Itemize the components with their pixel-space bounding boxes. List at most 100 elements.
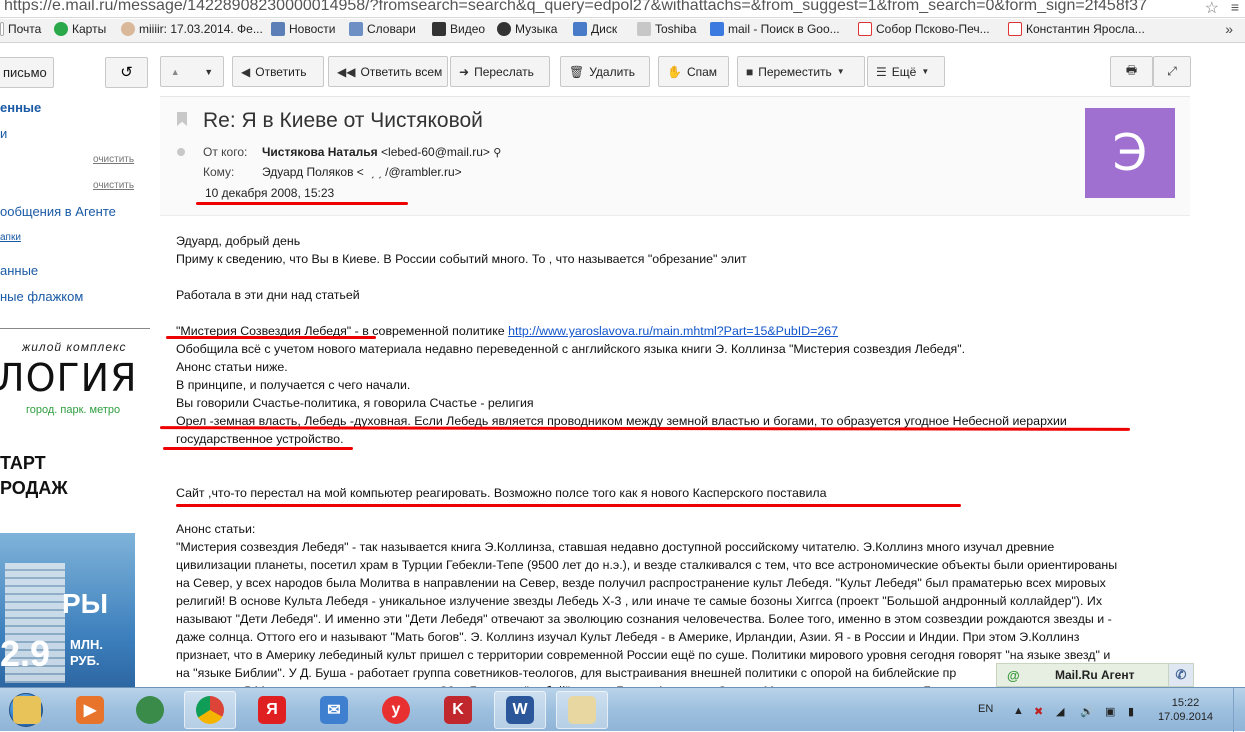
taskbar-kaspersky[interactable]: K	[432, 691, 484, 729]
to-value[interactable]: Эдуард Поляков < ˏ ˏ /@rambler.ru>	[262, 165, 462, 179]
address-bar[interactable]: https://e.mail.ru/message/14228908230000…	[0, 0, 1245, 18]
clock-date: 17.09.2014	[1158, 711, 1214, 723]
battery-tray-icon[interactable]: ▮	[1128, 705, 1134, 718]
bookmark-dictionaries[interactable]: Словари	[349, 22, 416, 36]
folder-item-flagged[interactable]: ные флажком	[0, 289, 83, 304]
spam-icon: ✋	[667, 64, 682, 79]
body-line: даже солнца. Оттого его и называют "Мать…	[176, 630, 1080, 644]
undo-button[interactable]: ↺	[105, 57, 148, 88]
reply-all-icon: ◀◀	[337, 64, 356, 79]
ad-title: ЛОГИЯ	[0, 356, 138, 400]
clean-link[interactable]: очистить	[93, 180, 134, 191]
yandex-browser-icon: у	[382, 696, 410, 724]
phone-icon[interactable]: ✆	[1168, 663, 1194, 687]
folder-item-agent[interactable]: ообщения в Агенте	[0, 204, 116, 219]
search-icon[interactable]: ⚲	[493, 147, 501, 159]
body-line: Анонс статьи ниже.	[176, 360, 288, 374]
media-player-icon: ▶	[76, 696, 104, 724]
sender-email[interactable]: <lebed-60@mail.ru>	[381, 145, 490, 159]
article-link[interactable]: http://www.yaroslavova.ru/main.mhtml?Par…	[508, 324, 838, 338]
reply-all-button[interactable]: ◀◀ Ответить всем	[328, 56, 448, 87]
body-line: государственное устройство.	[176, 432, 344, 446]
bookmark-label: Новости	[289, 22, 336, 36]
bookmark-google-search[interactable]: mail - Поиск в Goo...	[710, 22, 840, 36]
forward-button[interactable]: ➜ Переслать	[450, 56, 550, 87]
compose-button[interactable]: письмо	[0, 57, 54, 88]
avatar: Э	[1085, 108, 1175, 198]
delete-button[interactable]: 🗑 Удалить	[560, 56, 650, 87]
url-text[interactable]: https://e.mail.ru/message/14228908230000…	[4, 0, 1147, 15]
message-header: Re: Я в Киеве от Чистяковой От кого: Чис…	[160, 96, 1190, 216]
read-status-icon[interactable]	[177, 148, 185, 156]
bookmark-mail[interactable]: Почта	[0, 22, 41, 36]
move-button[interactable]: ■ Переместить ▼	[737, 56, 865, 87]
news-icon	[271, 22, 285, 36]
bookmark-star-icon[interactable]: ☆	[1205, 0, 1219, 17]
clock[interactable]: 15:22 17.09.2014	[1158, 696, 1213, 724]
bookmark-label: Почта	[8, 22, 42, 36]
browser-menu-icon[interactable]: ≡	[1231, 0, 1239, 15]
next-message-icon[interactable]: ▼	[204, 67, 213, 77]
folder-item[interactable]: и	[0, 126, 7, 141]
from-value[interactable]: Чистякова Наталья <lebed-60@mail.ru> ⚲	[262, 145, 501, 159]
device-tray-icon[interactable]: ▣	[1105, 705, 1115, 718]
bookmark-label: Константин Яросла...	[1026, 22, 1145, 36]
taskbar-yandex[interactable]: Я	[246, 691, 298, 729]
sender-name[interactable]: Чистякова Наталья	[262, 145, 378, 159]
prev-message-icon[interactable]: ▲	[171, 67, 180, 77]
taskbar: ▶ Я ✉ у K W EN ▲ ✖ ◢ 🔊 ▣ ▮ 15:22 17.09.2…	[0, 687, 1245, 732]
taskbar-paint[interactable]	[556, 691, 608, 729]
ad-text: жилой комплекс	[22, 340, 127, 354]
print-button[interactable]: 🖶	[1110, 56, 1153, 87]
ad-text: ТАРТ	[0, 453, 46, 473]
bookmark-video[interactable]: Видео	[432, 22, 485, 36]
expand-button[interactable]: ⤢	[1153, 56, 1191, 87]
bookmark-konstantin[interactable]: Константин Яросла...	[1008, 22, 1145, 36]
red-underline	[163, 447, 353, 450]
show-desktop-button[interactable]	[1233, 688, 1245, 732]
ad-divider	[0, 328, 150, 329]
message-subject: Re: Я в Киеве от Чистяковой	[203, 109, 483, 132]
volume-tray-icon[interactable]: 🔊	[1080, 705, 1094, 718]
move-label: Переместить	[758, 64, 832, 79]
folder-item[interactable]: енные	[0, 100, 41, 115]
taskbar-chrome[interactable]	[184, 691, 236, 729]
reply-button[interactable]: ◀ Ответить	[232, 56, 324, 87]
folder-icon	[13, 696, 41, 724]
bookmarks-bar: Почта Карты miiiir: 17.03.2014. Фе... Но…	[0, 19, 1245, 43]
flag-icon[interactable]	[177, 112, 187, 126]
taskbar-explorer[interactable]	[1, 691, 53, 729]
forward-label: Переслать	[474, 64, 534, 79]
antivirus-tray-icon[interactable]: ✖	[1034, 705, 1043, 718]
advertisement-banner[interactable]: жилой комплекс ЛОГИЯ город. парк. метро …	[0, 328, 150, 728]
taskbar-antivirus[interactable]	[124, 691, 176, 729]
red-underline	[196, 202, 408, 205]
bookmark-music[interactable]: Музыка	[497, 22, 557, 36]
taskbar-word[interactable]: W	[494, 691, 546, 729]
bookmark-disk[interactable]: Диск	[573, 22, 617, 36]
more-button[interactable]: ☰ Ещё ▼	[867, 56, 945, 87]
mailru-agent-bar[interactable]: @ Mail.Ru Агент ✆	[996, 663, 1194, 687]
undo-icon: ↺	[120, 64, 133, 81]
taskbar-media-player[interactable]: ▶	[64, 691, 116, 729]
clean-link[interactable]: очистить	[93, 154, 134, 165]
bookmark-toshiba[interactable]: Toshiba	[637, 22, 696, 36]
bookmark-maps[interactable]: Карты	[54, 22, 106, 36]
forward-icon: ➜	[459, 64, 470, 79]
bookmark-sobor[interactable]: Собор Псково-Печ...	[858, 22, 990, 36]
tray-expand-icon[interactable]: ▲	[1013, 705, 1024, 717]
bookmark-miiiir[interactable]: miiiir: 17.03.2014. Фе...	[121, 22, 263, 36]
language-indicator[interactable]: EN	[978, 703, 993, 715]
taskbar-yandex-browser[interactable]: у	[370, 691, 422, 729]
body-line: называют "Дети Лебедя". И именно эти "Де…	[176, 612, 1112, 626]
spam-button[interactable]: ✋ Спам	[658, 56, 729, 87]
folder-item[interactable]: анные	[0, 263, 38, 278]
taskbar-mail[interactable]: ✉	[308, 691, 360, 729]
bookmark-label: Собор Псково-Печ...	[876, 22, 990, 36]
folders-settings-link[interactable]: апки	[0, 232, 21, 243]
bookmarks-overflow-icon[interactable]: »	[1225, 21, 1233, 37]
bookmark-news[interactable]: Новости	[271, 22, 335, 36]
network-tray-icon[interactable]: ◢	[1056, 705, 1064, 718]
